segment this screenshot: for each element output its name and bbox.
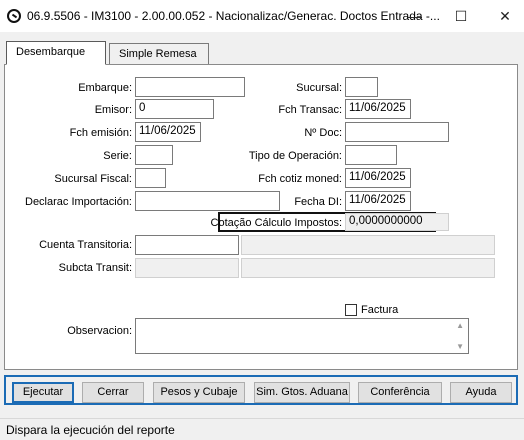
embarque-label: Embarque: [78,82,132,94]
cerrar-button[interactable]: Cerrar [82,382,144,403]
fch-cotiz-label: Fch cotiz moned: [258,173,342,185]
maximize-button[interactable]: ☐ [446,6,476,26]
tab-desembarque[interactable]: Desembarque [6,41,106,65]
declarac-label: Declarac Importación: [25,196,132,208]
embarque-input[interactable] [135,77,245,97]
sim-gtos-aduana-button[interactable]: Sim. Gtos. Aduana [254,382,350,403]
fch-transac-label: Fch Transac: [278,104,342,116]
fecha-di-label: Fecha DI: [294,196,342,208]
conferencia-button[interactable]: Conferência [358,382,442,403]
emisor-label: Emisor: [94,104,132,116]
no-doc-input[interactable] [345,122,449,142]
app-icon [7,9,21,23]
button-bar: Ejecutar Cerrar Pesos y Cubaje Sim. Gtos… [4,375,518,405]
factura-label: Factura [361,304,399,316]
pesos-cubaje-button[interactable]: Pesos y Cubaje [153,382,245,403]
cuenta-transitoria-label: Cuenta Transitoria: [39,239,132,251]
title-bar: 06.9.5506 - IM3100 - 2.00.00.052 - Nacio… [0,0,524,32]
observacion-label: Observacion: [67,325,132,337]
emisor-input[interactable]: 0 [135,99,214,119]
sucursal-fiscal-input[interactable] [135,168,166,188]
sucursal-label: Sucursal: [296,82,342,94]
fecha-di-input[interactable]: 11/06/2025 [345,191,411,211]
sucursal-input[interactable] [345,77,378,97]
subcta-transit-description [241,258,495,278]
tipo-operacion-input[interactable] [345,145,397,165]
tab-simple-remesa[interactable]: Simple Remesa [109,43,209,65]
serie-input[interactable] [135,145,173,165]
fch-emision-label: Fch emisión: [69,127,132,139]
fch-transac-input[interactable]: 11/06/2025 [345,99,411,119]
ejecutar-button[interactable]: Ejecutar [12,382,74,403]
fch-emision-input[interactable]: 11/06/2025 [135,122,201,142]
no-doc-label: Nº Doc: [304,127,342,139]
close-button[interactable]: ✕ [490,6,520,26]
subcta-transit-label: Subcta Transit: [58,262,132,274]
subcta-transit-input[interactable] [135,258,239,278]
tipo-operacion-label: Tipo de Operación: [248,150,342,162]
fch-cotiz-input[interactable]: 11/06/2025 [345,168,411,188]
observacion-textarea[interactable]: ▲ ▼ [135,318,469,354]
status-bar: Dispara la ejecución del reporte [0,418,524,440]
cuenta-transitoria-input[interactable] [135,235,239,255]
serie-label: Serie: [103,150,132,162]
scroll-down-icon[interactable]: ▼ [456,342,464,351]
cuenta-transitoria-description [241,235,495,255]
factura-checkbox[interactable] [345,304,357,316]
declarac-input[interactable] [135,191,280,211]
ayuda-button[interactable]: Ayuda [450,382,512,403]
sucursal-fiscal-label: Sucursal Fiscal: [54,173,132,185]
window-title: 06.9.5506 - IM3100 - 2.00.00.052 - Nacio… [27,9,440,23]
scroll-up-icon[interactable]: ▲ [456,321,464,330]
cotacao-label: Cotação Cálculo Impostos: [210,217,342,229]
cotacao-input[interactable]: 0,0000000000 [345,213,449,231]
minimize-button[interactable]: — [400,6,430,26]
